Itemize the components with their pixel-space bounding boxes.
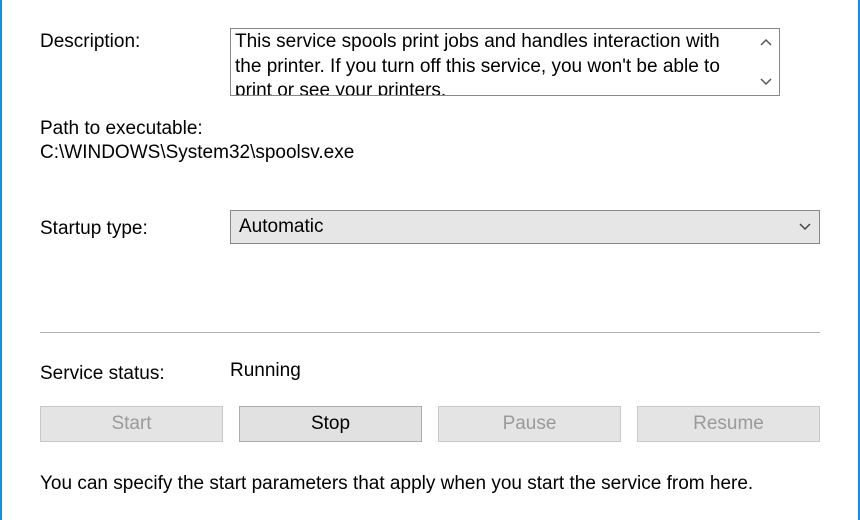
startup-type-label: Startup type: — [40, 215, 230, 240]
section-divider — [40, 332, 820, 333]
pause-button: Pause — [438, 406, 621, 442]
resume-button: Resume — [637, 406, 820, 442]
chevron-down-icon — [799, 220, 811, 234]
scroll-down-icon[interactable] — [755, 71, 777, 93]
path-label: Path to executable: — [40, 118, 820, 140]
startup-type-dropdown[interactable]: Automatic — [230, 210, 820, 244]
general-tab-content: Description: This service spools print j… — [2, 0, 858, 520]
description-text: This service spools print jobs and handl… — [235, 30, 751, 96]
service-status-value: Running — [230, 360, 820, 385]
scroll-up-icon[interactable] — [755, 31, 777, 53]
service-properties-window: Description: This service spools print j… — [0, 0, 860, 520]
executable-path: C:\WINDOWS\System32\spoolsv.exe — [40, 142, 820, 164]
stop-button[interactable]: Stop — [239, 406, 422, 442]
description-row: Description: This service spools print j… — [40, 28, 820, 96]
service-control-buttons: Start Stop Pause Resume — [40, 406, 820, 442]
service-status-row: Service status: Running — [40, 360, 820, 385]
description-label: Description: — [40, 28, 230, 96]
startup-type-value: Automatic — [239, 216, 323, 238]
description-textbox[interactable]: This service spools print jobs and handl… — [230, 28, 780, 96]
startup-type-row: Startup type: Automatic — [40, 210, 820, 244]
executable-path-section: Path to executable: C:\WINDOWS\System32\… — [40, 118, 820, 164]
service-status-label: Service status: — [40, 360, 230, 385]
start-button: Start — [40, 406, 223, 442]
start-parameters-hint: You can specify the start parameters tha… — [40, 472, 820, 497]
